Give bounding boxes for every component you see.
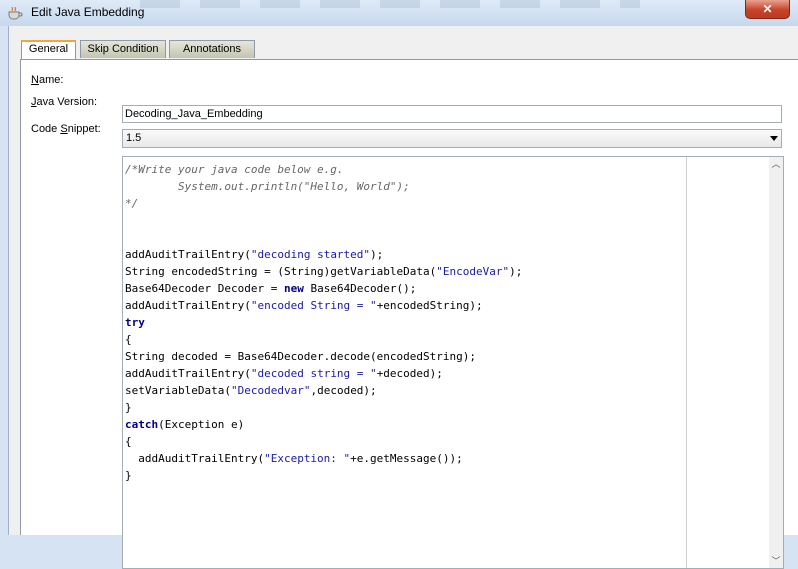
right-margin-guide bbox=[686, 157, 687, 568]
code-token: (Exception e) bbox=[158, 418, 245, 431]
code-line: addAuditTrailEntry("decoding started"); bbox=[125, 246, 522, 263]
code-snippet-label: Code Snippet: bbox=[31, 123, 101, 135]
code-token: new bbox=[283, 282, 304, 295]
java-version-label: Java Version: bbox=[31, 96, 98, 108]
general-panel: Name: Decoding_Java_Embedding Java Versi… bbox=[20, 59, 798, 569]
code-line: addAuditTrailEntry("Exception: "+e.getMe… bbox=[125, 450, 522, 467]
code-line: String encodedString = (String)getVariab… bbox=[125, 263, 522, 280]
code-token: "Exception: " bbox=[264, 452, 351, 465]
name-label: Name: bbox=[31, 74, 64, 86]
code-token: } bbox=[125, 469, 132, 482]
code-token: addAuditTrailEntry( bbox=[125, 452, 265, 465]
code-line: addAuditTrailEntry("decoded string = "+d… bbox=[125, 365, 522, 382]
java-version-value: 1.5 bbox=[126, 132, 142, 144]
code-token: Base64Decoder(); bbox=[303, 282, 417, 295]
code-line: try bbox=[125, 314, 522, 331]
code-token: "decoding started" bbox=[250, 248, 371, 261]
code-line: } bbox=[125, 399, 522, 416]
code-token: setVariableData( bbox=[125, 384, 231, 397]
code-lines[interactable]: /*Write your java code below e.g. System… bbox=[125, 161, 522, 484]
code-token: ); bbox=[509, 265, 523, 278]
tab-general[interactable]: General bbox=[21, 40, 76, 59]
code-line: Base64Decoder Decoder = new Base64Decode… bbox=[125, 280, 522, 297]
code-line: } bbox=[125, 467, 522, 484]
code-line: System.out.println("Hello, World"); bbox=[125, 178, 522, 195]
tab-annotations[interactable]: Annotations bbox=[169, 40, 255, 58]
code-token: catch bbox=[125, 418, 159, 431]
code-token: "Decodedvar" bbox=[230, 384, 311, 397]
code-token: */ bbox=[125, 197, 139, 210]
code-token: String decoded = Base64Decoder.decode(en… bbox=[125, 350, 476, 363]
code-token: } bbox=[125, 401, 132, 414]
code-token: { bbox=[125, 333, 132, 346]
code-token: ); bbox=[370, 248, 384, 261]
code-token: { bbox=[125, 435, 132, 448]
code-token: try bbox=[125, 316, 145, 329]
code-token: addAuditTrailEntry( bbox=[125, 367, 251, 380]
vertical-scrollbar[interactable]: ︿ ﹀ bbox=[769, 157, 783, 568]
code-token: +encodedString); bbox=[376, 299, 483, 312]
scroll-down-arrow-icon[interactable]: ﹀ bbox=[769, 554, 783, 568]
code-token: Base64Decoder Decoder = bbox=[125, 282, 284, 295]
code-token: addAuditTrailEntry( bbox=[125, 299, 251, 312]
code-line: catch(Exception e) bbox=[125, 416, 522, 433]
code-line: addAuditTrailEntry("encoded String = "+e… bbox=[125, 297, 522, 314]
code-token: +e.getMessage()); bbox=[350, 452, 463, 465]
close-icon: ✕ bbox=[762, 2, 773, 16]
code-line: /*Write your java code below e.g. bbox=[125, 161, 522, 178]
code-token: /*Write your java code below e.g. bbox=[125, 163, 344, 176]
code-token: System.out.println("Hello, World"); bbox=[125, 180, 410, 193]
scroll-up-arrow-icon[interactable]: ︿ bbox=[769, 157, 783, 171]
close-button[interactable]: ✕ bbox=[745, 0, 790, 19]
code-line: { bbox=[125, 433, 522, 450]
code-token: "encoded String = " bbox=[250, 299, 377, 312]
tab-skip-condition[interactable]: Skip Condition bbox=[80, 40, 166, 58]
code-token: +decoded); bbox=[376, 367, 443, 380]
chevron-down-icon[interactable] bbox=[770, 136, 778, 141]
code-token: "decoded string = " bbox=[250, 367, 377, 380]
name-field[interactable]: Decoding_Java_Embedding bbox=[122, 105, 782, 123]
background-window-ghost bbox=[140, 0, 640, 8]
coffee-cup-icon bbox=[8, 6, 23, 20]
java-version-select[interactable]: 1.5 bbox=[122, 129, 782, 148]
code-token: String encodedString = (String)getVariab… bbox=[125, 265, 437, 278]
title-bar: Edit Java Embedding ✕ bbox=[0, 0, 798, 26]
code-token: addAuditTrailEntry( bbox=[125, 248, 251, 261]
dialog-client-area: General Skip Condition Annotations Name:… bbox=[8, 26, 798, 569]
code-token: ,decoded); bbox=[310, 384, 377, 397]
window-title: Edit Java Embedding bbox=[31, 5, 145, 19]
code-line: { bbox=[125, 331, 522, 348]
code-line: String decoded = Base64Decoder.decode(en… bbox=[125, 348, 522, 365]
code-line: setVariableData("Decodedvar",decoded); bbox=[125, 382, 522, 399]
code-snippet-editor[interactable]: /*Write your java code below e.g. System… bbox=[122, 156, 784, 569]
code-line: */ bbox=[125, 195, 522, 212]
code-token: "EncodeVar" bbox=[436, 265, 510, 278]
